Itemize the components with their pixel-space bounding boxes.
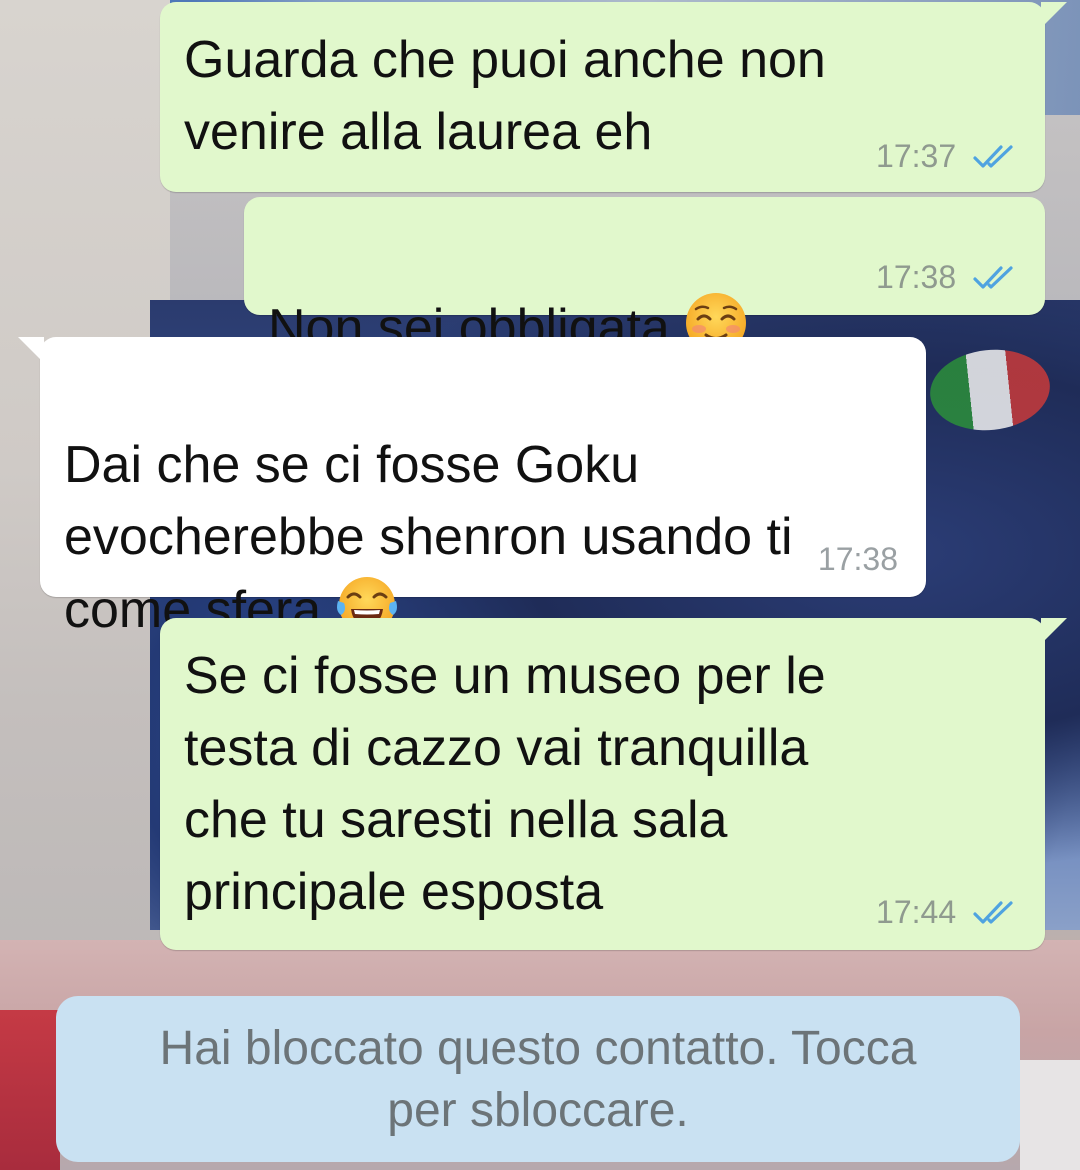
outgoing-message[interactable]: Guarda che puoi anche non venire alla la… [160,2,1067,192]
message-time: 17:44 [876,894,957,930]
message-time: 17:38 [876,259,957,295]
double-check-read-icon [973,266,1013,289]
blocked-contact-banner[interactable]: Hai bloccato questo contatto. Tocca per … [56,996,1020,1162]
double-check-read-icon [973,145,1013,168]
outgoing-message[interactable]: Non sei obbligata 17:38 [244,197,1045,357]
message-time: 17:38 [817,541,898,577]
message-meta: 17:37 [876,138,1021,174]
message-text: Guarda che puoi anche non venire alla la… [184,31,826,161]
message-text: Se ci fosse un museo per le testa di caz… [184,647,826,921]
double-check-read-icon [973,901,1013,924]
chat-conversation[interactable]: Guarda che puoi anche non venire alla la… [0,0,1080,1170]
bubble-tail [1041,2,1067,28]
message-text-content: Dai che se ci fosse Goku evocherebbe she… [64,436,793,639]
message-meta: 17:38 [818,541,898,577]
incoming-message[interactable]: Dai che se ci fosse Goku evocherebbe she… [18,337,926,639]
message-meta: 17:44 [876,894,1021,930]
bubble-tail [18,337,44,363]
message-text: Dai che se ci fosse Goku evocherebbe she… [64,357,793,646]
message-meta: 17:38 [876,259,1021,295]
bubble-tail [1041,618,1067,644]
outgoing-message[interactable]: Se ci fosse un museo per le testa di caz… [160,618,1067,950]
message-time: 17:37 [876,138,957,174]
